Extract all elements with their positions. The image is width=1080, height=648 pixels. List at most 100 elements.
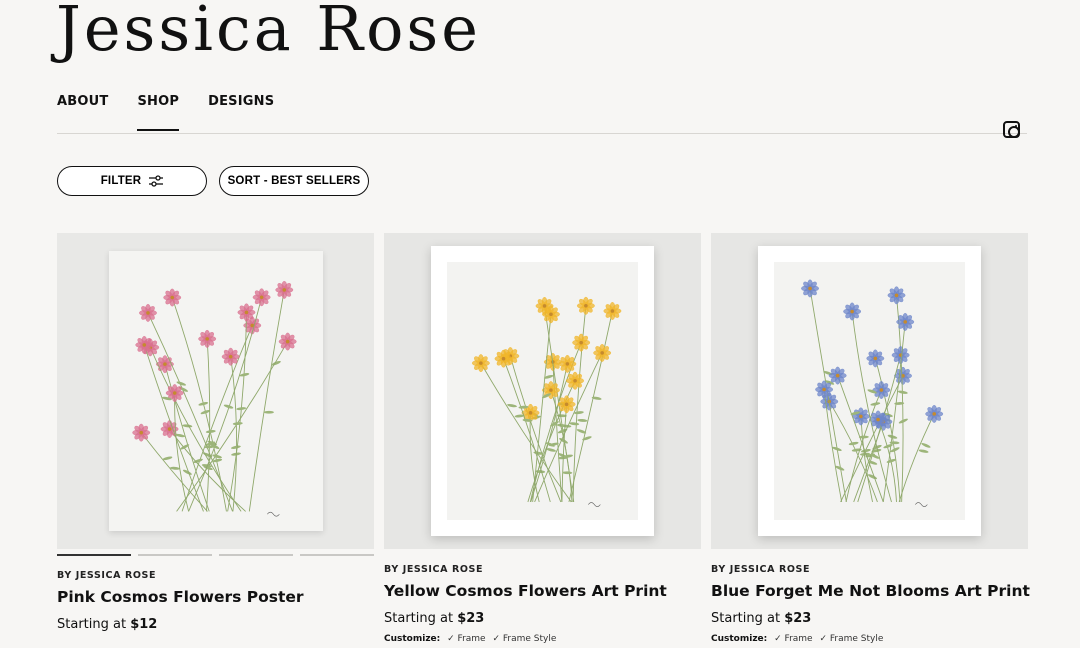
nav-about[interactable]: ABOUT bbox=[57, 94, 108, 131]
flower-center bbox=[282, 288, 287, 292]
product-title[interactable]: Pink Cosmos Flowers Poster bbox=[57, 588, 304, 606]
artist-signature bbox=[267, 511, 280, 517]
flower-center bbox=[139, 430, 144, 435]
leaf bbox=[232, 422, 243, 426]
leaf bbox=[205, 430, 216, 434]
white-frame bbox=[431, 246, 654, 536]
flower-center bbox=[879, 388, 884, 392]
flower-center bbox=[205, 337, 209, 341]
customize-option-frame[interactable]: ✓ Frame bbox=[447, 634, 485, 644]
leaf bbox=[193, 458, 203, 463]
carousel-dot[interactable] bbox=[300, 554, 374, 556]
flower-illustration bbox=[801, 279, 944, 507]
filter-button[interactable]: FILTER bbox=[57, 166, 207, 196]
customize-option-frame-style[interactable]: ✓ Frame Style bbox=[492, 634, 556, 644]
flower-center bbox=[549, 388, 553, 392]
carousel-dot[interactable] bbox=[57, 554, 131, 556]
flower-center bbox=[285, 339, 290, 344]
product-image[interactable] bbox=[57, 233, 374, 549]
flower-center bbox=[822, 387, 826, 392]
leaf bbox=[507, 403, 517, 408]
flower-center bbox=[228, 354, 233, 359]
flower-center bbox=[859, 414, 863, 419]
product-image[interactable] bbox=[711, 233, 1028, 549]
white-frame bbox=[758, 246, 981, 536]
product-price: Starting at $23 bbox=[384, 611, 667, 626]
flower-center bbox=[244, 310, 249, 315]
flower-center bbox=[565, 362, 570, 366]
product-byline[interactable]: BY JESSICA ROSE bbox=[384, 564, 667, 575]
leaf bbox=[921, 443, 931, 448]
customize-option-frame[interactable]: ✓ Frame bbox=[774, 634, 812, 644]
flower-center bbox=[564, 402, 569, 407]
product-meta: BY JESSICA ROSE Pink Cosmos Flowers Post… bbox=[57, 570, 304, 632]
leaf bbox=[546, 448, 556, 452]
sliders-icon bbox=[149, 175, 164, 187]
flower-center bbox=[170, 295, 175, 300]
product-meta: BY JESSICA ROSE Yellow Cosmos Flowers Ar… bbox=[384, 564, 667, 644]
flower-center bbox=[142, 343, 147, 347]
leaf bbox=[848, 441, 859, 446]
product-card-blue-forget-me-not[interactable] bbox=[711, 233, 1028, 549]
flower-center bbox=[903, 320, 908, 324]
flower-center bbox=[894, 293, 899, 298]
flower-center bbox=[528, 411, 533, 415]
flower-center bbox=[579, 340, 583, 345]
customize-options: Customize: ✓ Frame ✓ Frame Style bbox=[711, 634, 1030, 644]
stem bbox=[227, 312, 247, 512]
flower-center bbox=[610, 309, 615, 313]
price-prefix: Starting at bbox=[57, 617, 127, 632]
flower-center bbox=[167, 427, 172, 431]
leaf bbox=[858, 435, 869, 439]
customize-options: Customize: ✓ Frame ✓ Frame Style bbox=[384, 634, 667, 644]
product-card-pink-cosmos[interactable] bbox=[57, 233, 374, 549]
nav-designs[interactable]: DESIGNS bbox=[208, 94, 274, 131]
customize-label: Customize: bbox=[711, 634, 768, 644]
artist-signature bbox=[915, 502, 928, 507]
product-price: Starting at $12 bbox=[57, 617, 304, 632]
leaf bbox=[162, 456, 173, 461]
flower-center bbox=[501, 356, 506, 361]
product-meta: BY JESSICA ROSE Blue Forget Me Not Bloom… bbox=[711, 564, 1030, 644]
carousel-dot[interactable] bbox=[219, 554, 293, 556]
print-mat bbox=[447, 262, 638, 520]
price-value: $23 bbox=[457, 611, 485, 626]
carousel-dot[interactable] bbox=[138, 554, 212, 556]
artist-signature bbox=[588, 502, 601, 507]
product-image[interactable] bbox=[384, 233, 701, 549]
product-card-yellow-cosmos[interactable] bbox=[384, 233, 701, 549]
nav-shop[interactable]: SHOP bbox=[137, 94, 179, 131]
stem bbox=[480, 362, 572, 503]
flower-center bbox=[873, 356, 878, 361]
leaf bbox=[562, 471, 573, 475]
product-title[interactable]: Blue Forget Me Not Blooms Art Print bbox=[711, 582, 1030, 600]
product-byline[interactable]: BY JESSICA ROSE bbox=[711, 564, 1030, 575]
stem bbox=[164, 364, 210, 512]
brand-logo[interactable]: Jessica Rose bbox=[56, 0, 481, 65]
stem bbox=[898, 413, 935, 503]
sort-button[interactable]: SORT - BEST SELLERS bbox=[219, 166, 369, 196]
flower-center bbox=[163, 362, 167, 366]
customize-label: Customize: bbox=[384, 634, 441, 644]
leaf bbox=[236, 407, 247, 411]
flower-center bbox=[172, 391, 177, 395]
instagram-icon[interactable] bbox=[1003, 121, 1020, 138]
price-value: $23 bbox=[784, 611, 812, 626]
stem bbox=[140, 432, 208, 512]
leaf bbox=[569, 422, 580, 426]
product-title[interactable]: Yellow Cosmos Flowers Art Print bbox=[384, 582, 667, 600]
price-prefix: Starting at bbox=[711, 611, 781, 626]
image-carousel-indicator bbox=[57, 554, 374, 556]
leaf bbox=[263, 410, 274, 414]
sort-label: SORT - BEST SELLERS bbox=[227, 175, 361, 187]
product-byline[interactable]: BY JESSICA ROSE bbox=[57, 570, 304, 581]
stem bbox=[503, 358, 551, 503]
leaf bbox=[582, 436, 592, 441]
main-nav: ABOUT SHOP DESIGNS bbox=[57, 94, 274, 131]
leaf bbox=[231, 445, 241, 449]
poster-paper bbox=[109, 251, 323, 531]
customize-option-frame-style[interactable]: ✓ Frame Style bbox=[819, 634, 883, 644]
filter-label: FILTER bbox=[100, 175, 142, 187]
product-price: Starting at $23 bbox=[711, 611, 1030, 626]
flower-center bbox=[584, 303, 588, 308]
